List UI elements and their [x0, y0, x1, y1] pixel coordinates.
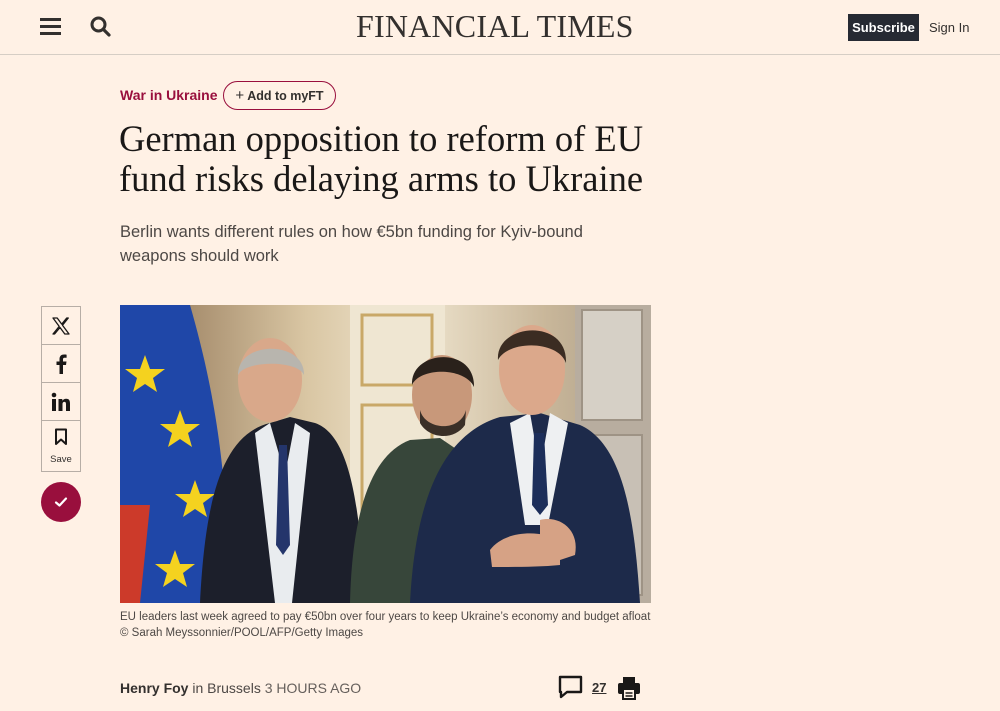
linkedin-icon [42, 383, 80, 420]
sign-in-link[interactable]: Sign In [929, 20, 969, 35]
add-to-myft-label: Add to myFT [247, 89, 324, 103]
author-link[interactable]: Henry Foy [120, 680, 188, 696]
comment-count: 27 [592, 680, 607, 695]
add-to-myft-button[interactable]: + Add to myFT [223, 81, 336, 110]
comment-icon [558, 675, 583, 699]
share-rail: Save [41, 306, 81, 472]
subscribe-button[interactable]: Subscribe [848, 14, 919, 41]
plus-icon: + [235, 87, 245, 104]
comments-button[interactable]: 27 [558, 675, 608, 701]
image-caption: EU leaders last week agreed to pay €50bn… [120, 611, 651, 639]
share-facebook-button[interactable] [41, 344, 81, 383]
facebook-icon [42, 345, 80, 382]
x-icon [42, 307, 80, 344]
check-icon [54, 497, 68, 507]
article-headline: German opposition to reform of EU fund r… [119, 118, 644, 199]
search-icon[interactable] [89, 15, 113, 39]
print-icon[interactable] [617, 676, 641, 700]
ft-logo[interactable]: FINANCIAL TIMES [356, 8, 656, 45]
location-text: in Brussels [188, 680, 265, 696]
share-x-button[interactable] [41, 306, 81, 345]
save-button[interactable]: Save [41, 420, 81, 472]
myft-check-button[interactable] [41, 482, 81, 522]
menu-icon[interactable] [40, 17, 62, 37]
share-linkedin-button[interactable] [41, 382, 81, 421]
bookmark-icon [42, 421, 80, 453]
timestamp: 3 HOURS AGO [264, 680, 362, 696]
topic-link[interactable]: War in Ukraine [120, 87, 218, 103]
save-label: Save [50, 454, 72, 465]
byline: Henry Foy in Brussels 3 HOURS AGO [120, 680, 361, 696]
article-standfirst: Berlin wants different rules on how €5bn… [120, 223, 583, 265]
site-header: FINANCIAL TIMES Subscribe Sign In [0, 0, 1000, 55]
hero-image [120, 305, 651, 603]
